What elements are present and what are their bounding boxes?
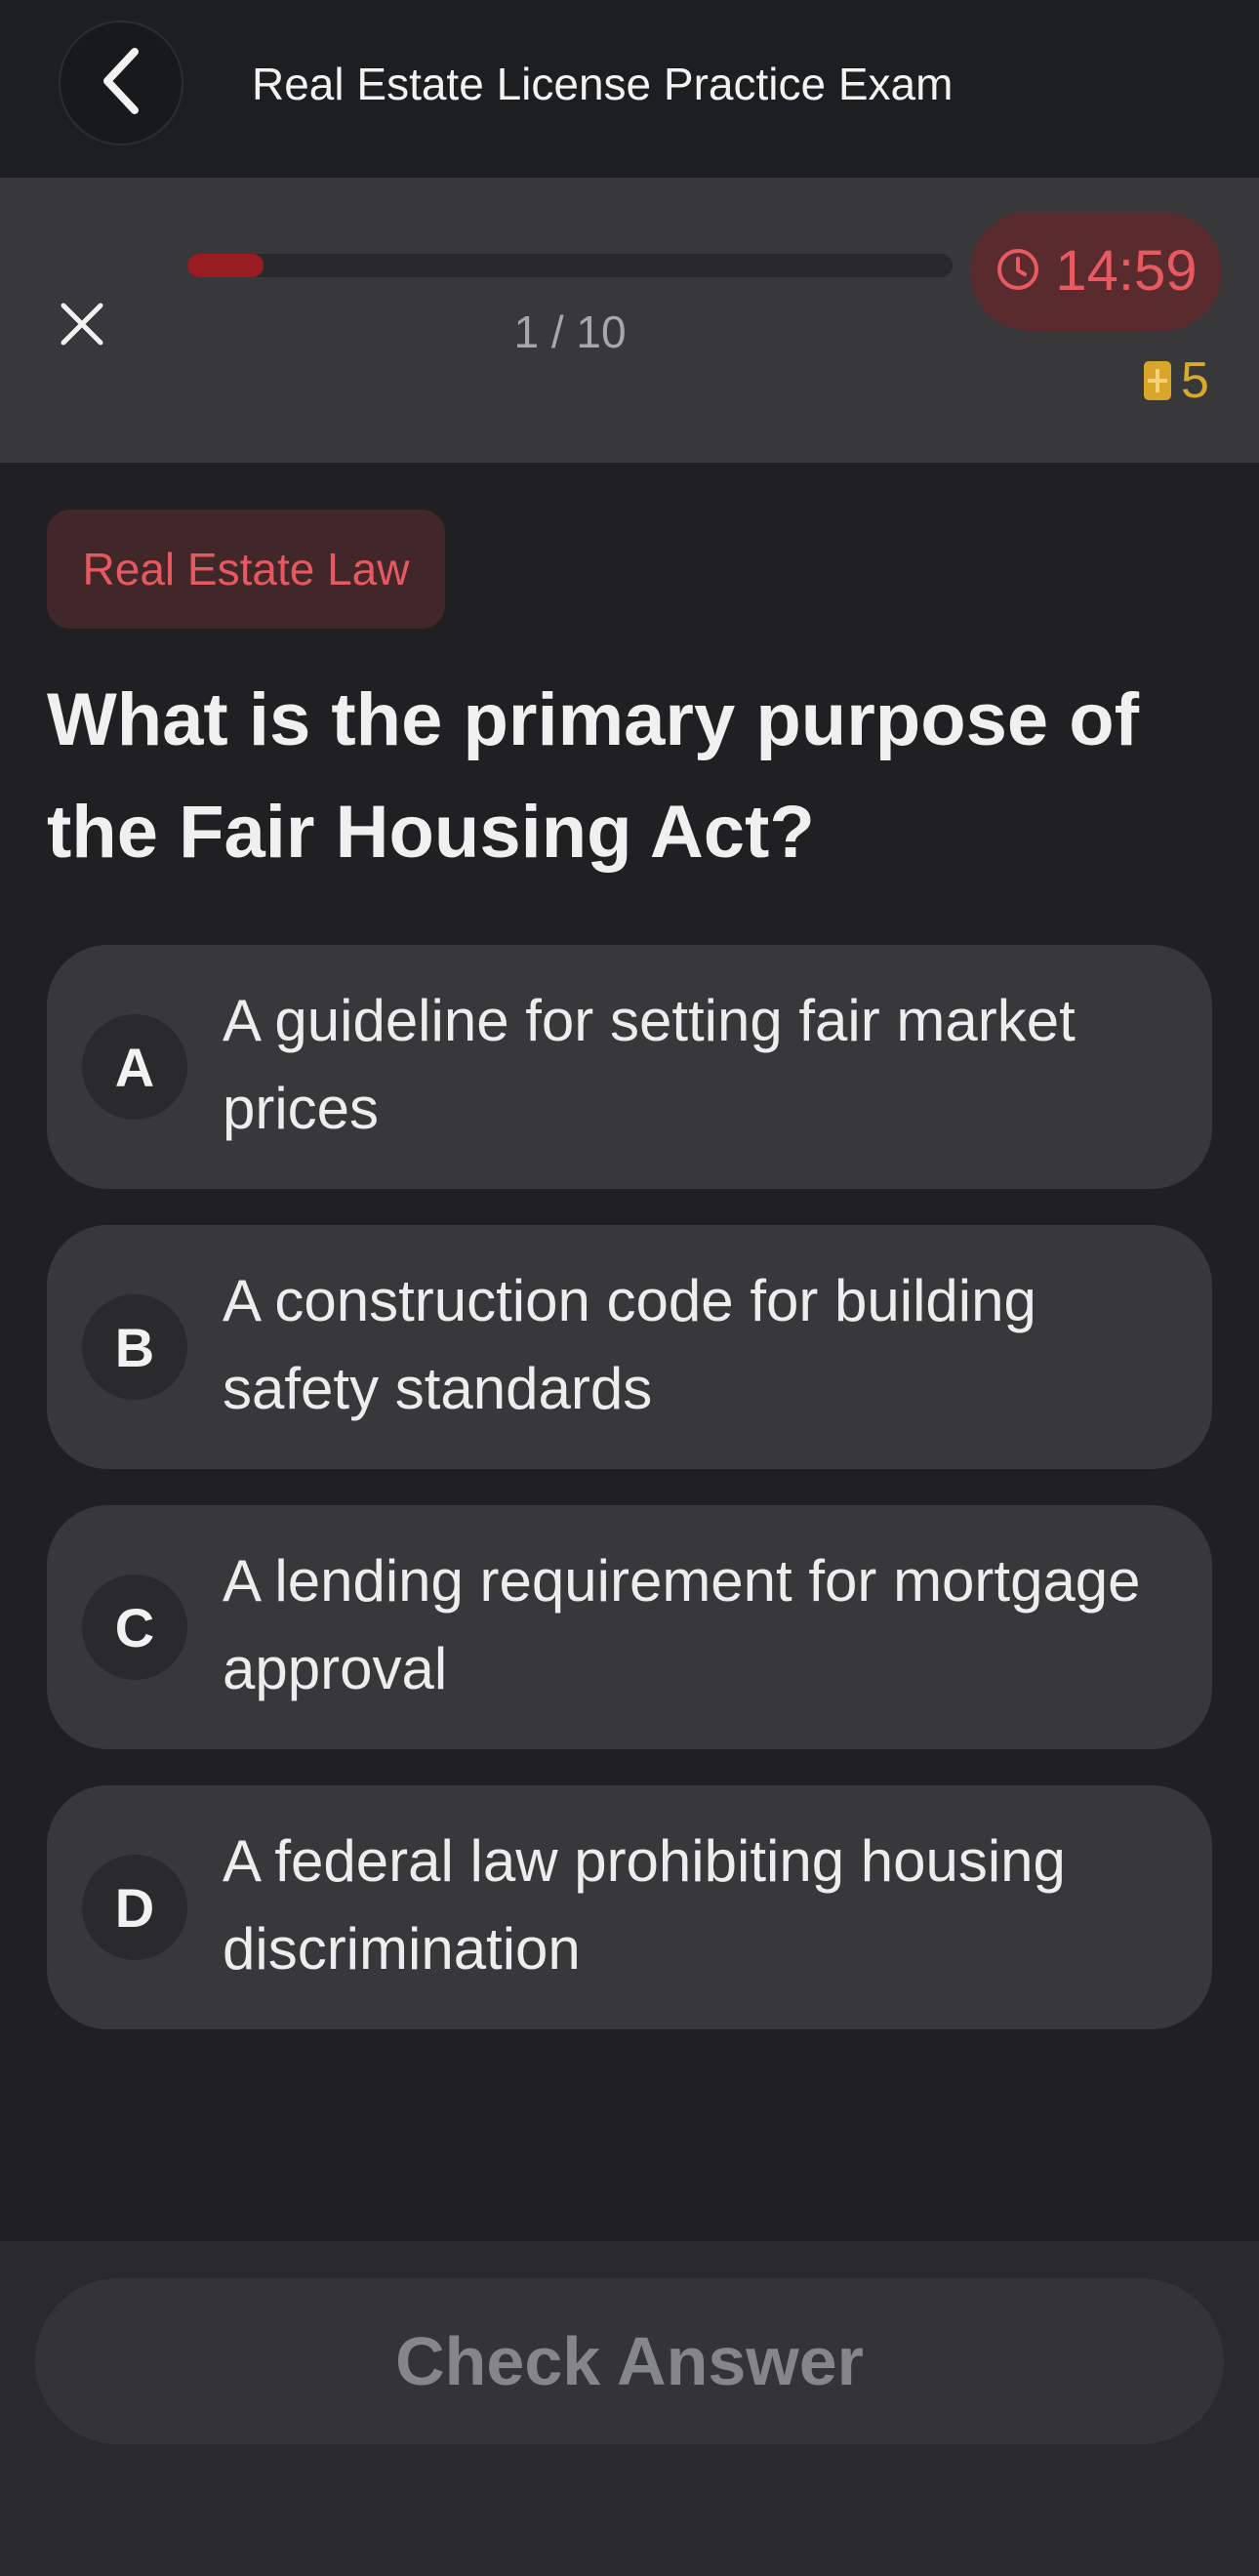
option-text: A guideline for setting fair market pric… — [223, 988, 1076, 1141]
option-letter: C — [82, 1574, 187, 1680]
option-letter: D — [82, 1855, 187, 1960]
quiz-screen: Real Estate License Practice Exam 1 / 10… — [0, 0, 1259, 2576]
question-text: What is the primary purpose of the Fair … — [47, 678, 1140, 874]
answer-option-b[interactable]: B A construction code for building safet… — [47, 1225, 1212, 1469]
top-navigation-bar: Real Estate License Practice Exam — [0, 0, 1259, 178]
answer-option-a[interactable]: A A guideline for setting fair market pr… — [47, 945, 1212, 1189]
option-letter: B — [82, 1294, 187, 1400]
close-icon — [58, 300, 106, 353]
coin-count: 5 — [1181, 352, 1209, 409]
coin-icon — [1144, 361, 1171, 400]
answer-option-c[interactable]: C A lending requirement for mortgage app… — [47, 1505, 1212, 1749]
progress-header: 1 / 10 14:59 5 — [0, 178, 1259, 463]
option-text: A construction code for building safety … — [223, 1268, 1036, 1421]
bottom-action-bar: Check Answer — [0, 2241, 1259, 2576]
back-button[interactable] — [59, 20, 183, 145]
progress-bar — [187, 254, 953, 277]
coin-balance: 5 — [1144, 353, 1209, 408]
chevron-left-icon — [92, 42, 150, 125]
answer-option-d[interactable]: D A federal law prohibiting housing disc… — [47, 1785, 1212, 2029]
progress-bar-fill — [187, 254, 264, 277]
option-text: A federal law prohibiting housing discri… — [223, 1828, 1066, 1982]
question-counter: 1 / 10 — [513, 307, 627, 357]
timer-badge: 14:59 — [970, 212, 1222, 331]
timer-text: 14:59 — [1055, 239, 1198, 303]
page-title: Real Estate License Practice Exam — [252, 59, 954, 109]
option-text: A lending requirement for mortgage appro… — [223, 1548, 1141, 1701]
check-answer-button[interactable]: Check Answer — [35, 2278, 1224, 2444]
category-label: Real Estate Law — [82, 544, 410, 594]
close-button[interactable] — [51, 295, 113, 357]
clock-icon — [995, 246, 1041, 298]
category-tag: Real Estate Law — [47, 510, 445, 629]
option-letter: A — [82, 1014, 187, 1120]
